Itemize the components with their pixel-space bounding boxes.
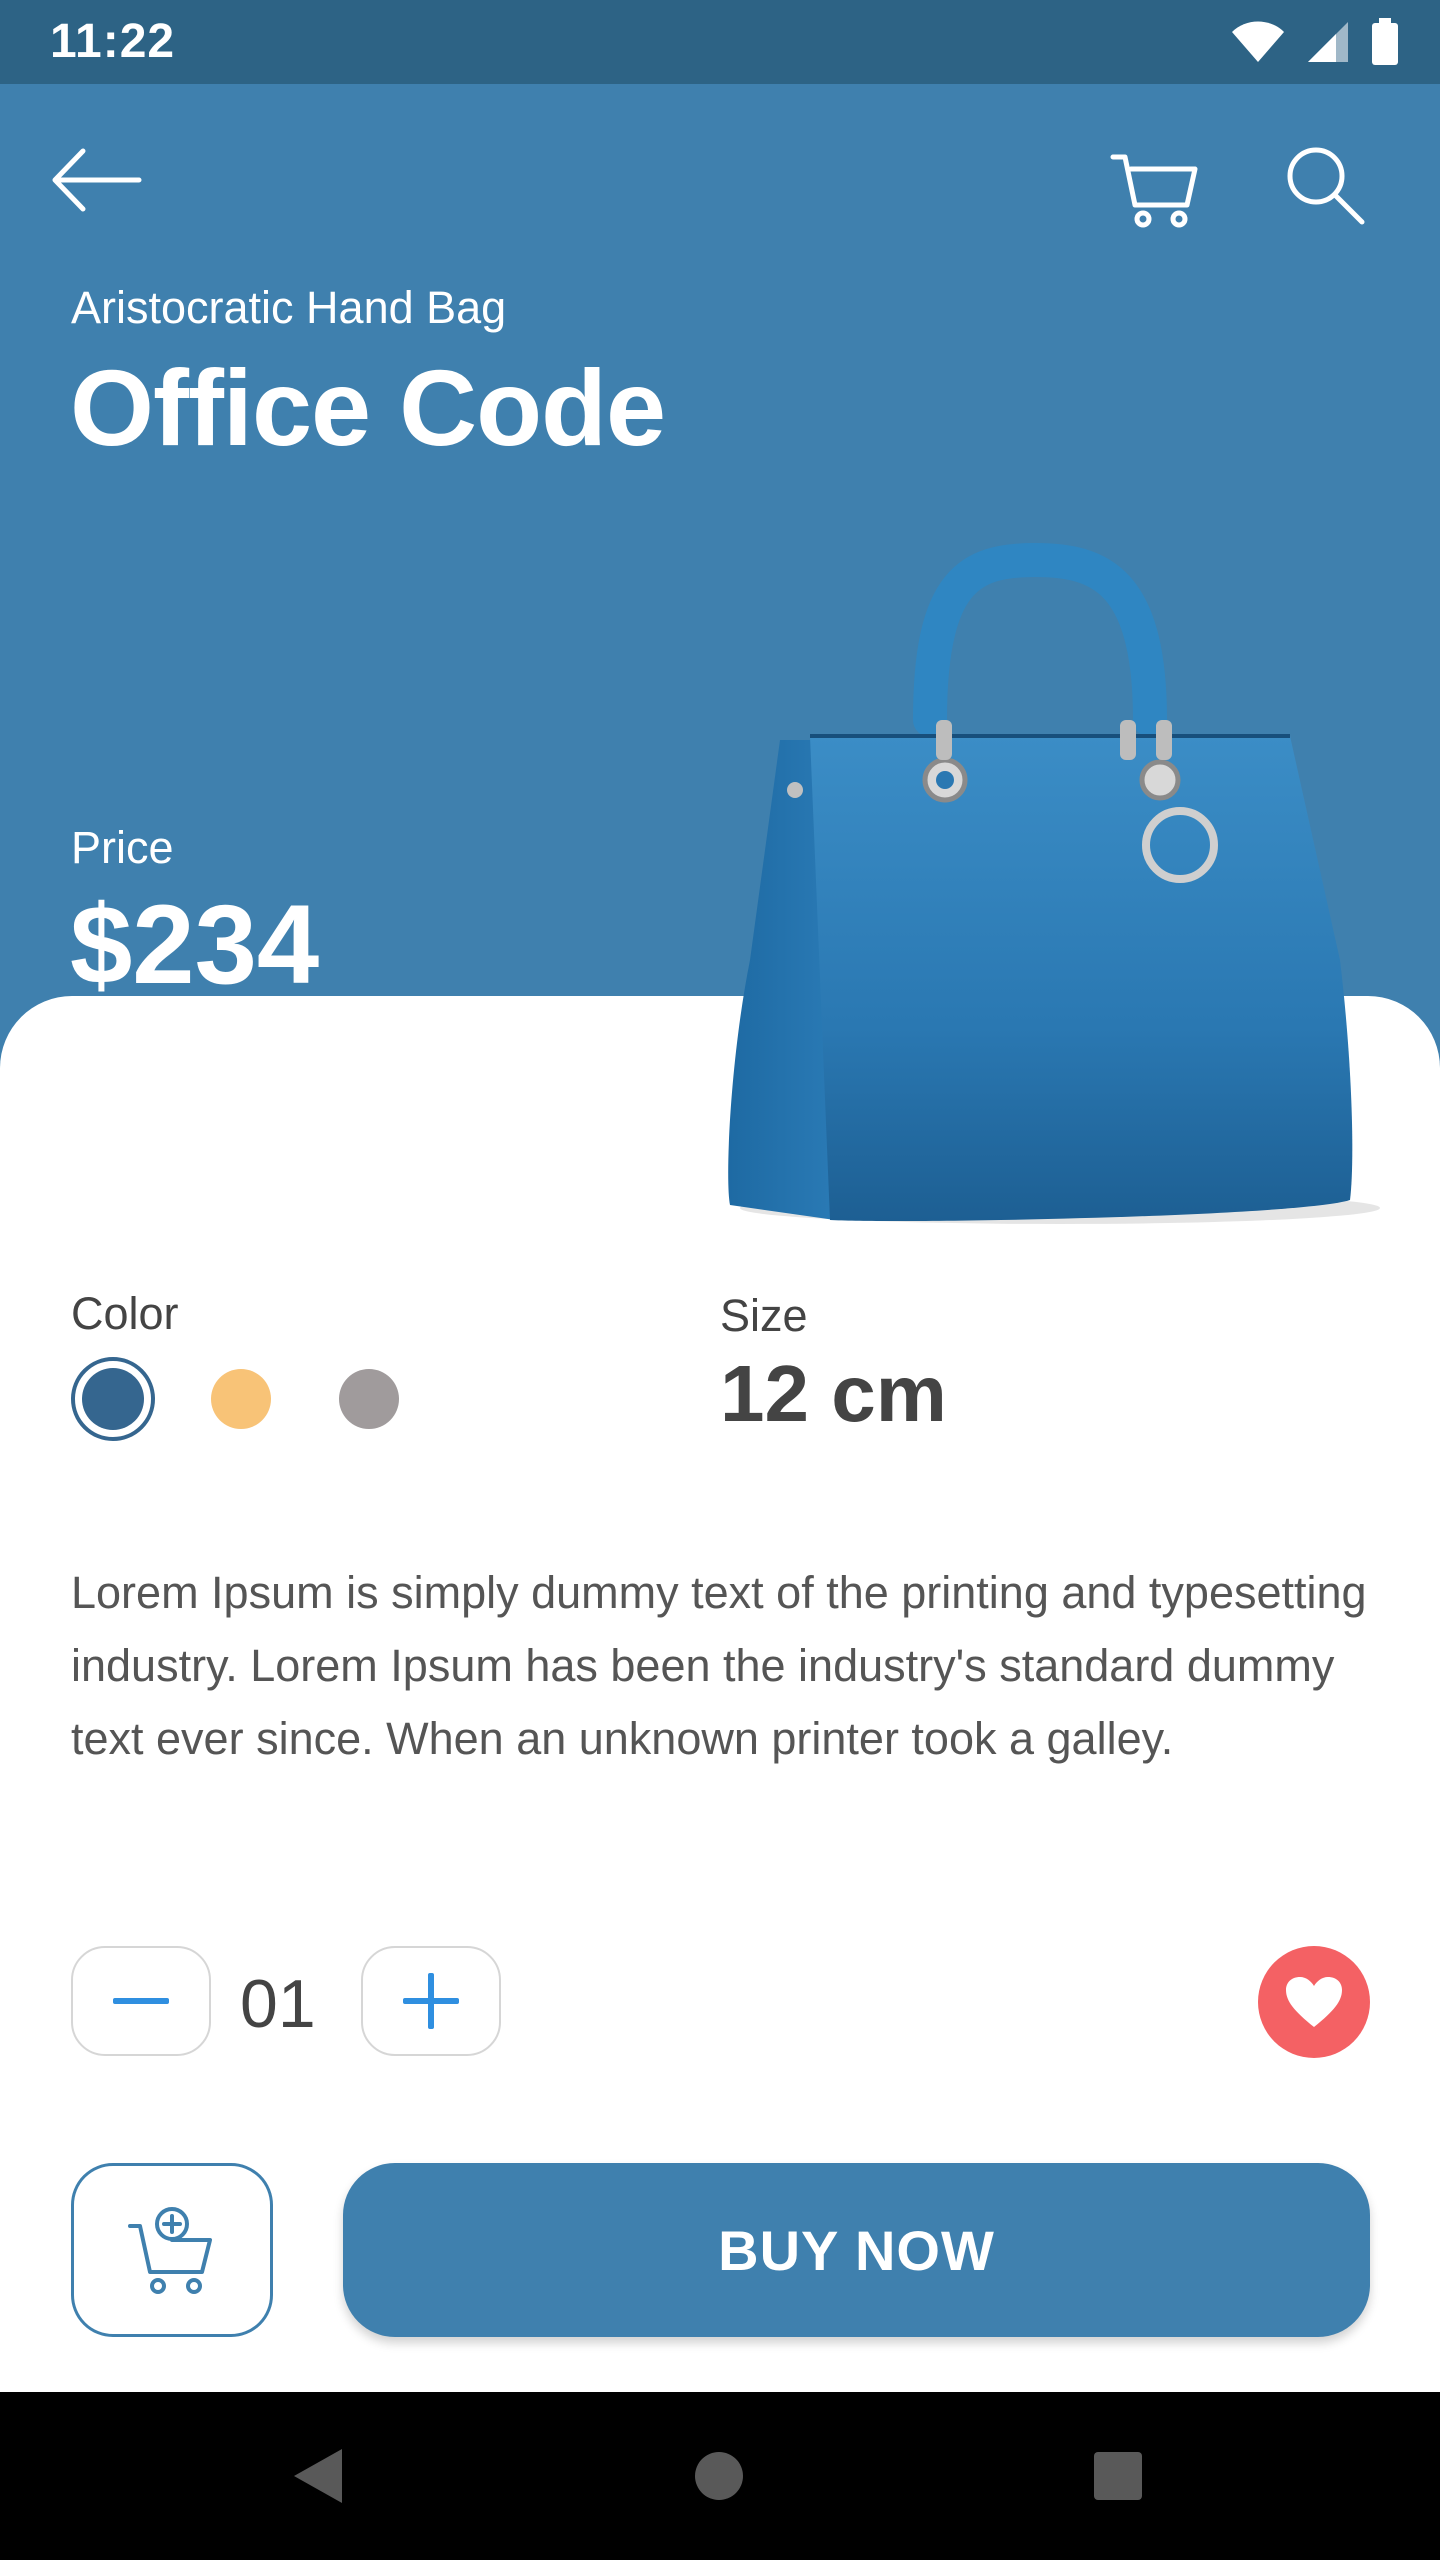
- increase-quantity-button[interactable]: [361, 1946, 501, 2056]
- price-label: Price: [71, 822, 174, 873]
- cart-icon: [1110, 154, 1198, 228]
- cart-button[interactable]: [1100, 130, 1210, 240]
- product-title: Office Code: [70, 347, 666, 468]
- color-swatch-orange[interactable]: [211, 1369, 271, 1429]
- decrease-quantity-button[interactable]: [71, 1946, 211, 2056]
- cellular-signal-icon: [1308, 22, 1348, 62]
- back-button[interactable]: [40, 140, 150, 220]
- product-subtitle: Aristocratic Hand Bag: [71, 282, 507, 333]
- add-to-cart-button[interactable]: [71, 2163, 273, 2337]
- nav-back-button[interactable]: [268, 2426, 368, 2526]
- heart-icon: [1286, 1977, 1342, 2027]
- battery-icon: [1372, 18, 1398, 65]
- nav-home-icon: [695, 2452, 743, 2500]
- color-swatch-dot: [82, 1368, 144, 1430]
- nav-recents-icon: [1094, 2452, 1142, 2500]
- color-swatch-gray[interactable]: [339, 1369, 399, 1429]
- plus-icon: [403, 1973, 459, 2029]
- status-icons: [1230, 18, 1400, 66]
- size-value: 12 cm: [720, 1349, 947, 1438]
- quantity-value: 01: [240, 1966, 316, 2042]
- nav-back-icon: [294, 2449, 342, 2503]
- system-navigation-bar: [0, 2392, 1440, 2560]
- size-label: Size: [720, 1290, 808, 1341]
- search-button[interactable]: [1270, 130, 1380, 240]
- status-time: 11:22: [50, 15, 176, 68]
- wifi-icon: [1232, 21, 1284, 62]
- status-bar: 11:22: [0, 0, 1440, 84]
- color-label: Color: [71, 1288, 179, 1339]
- product-image: [728, 542, 1380, 1224]
- add-to-cart-icon: [128, 2207, 212, 2294]
- nav-home-button[interactable]: [669, 2426, 769, 2526]
- price-value: $234: [70, 882, 320, 1007]
- buy-now-button[interactable]: BUY NOW: [343, 2163, 1370, 2337]
- product-description: Lorem Ipsum is simply dummy text of the …: [71, 1567, 1367, 1764]
- search-icon: [1287, 147, 1365, 225]
- color-swatch-selected[interactable]: [71, 1357, 155, 1441]
- minus-icon: [113, 1998, 169, 2004]
- back-arrow-icon: [52, 148, 142, 212]
- nav-recents-button[interactable]: [1068, 2426, 1168, 2526]
- color-swatches: [71, 1357, 455, 1441]
- favorite-button[interactable]: [1258, 1946, 1370, 2058]
- top-app-bar: [0, 120, 1440, 240]
